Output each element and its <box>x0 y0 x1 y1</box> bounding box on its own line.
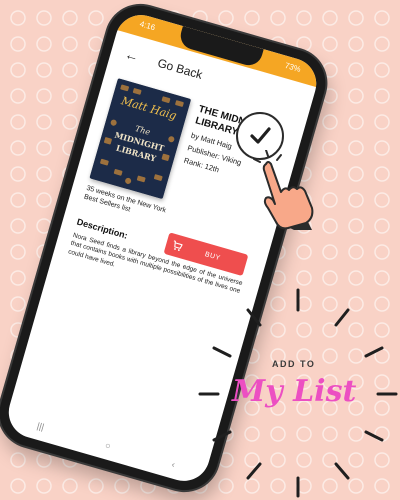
android-nav-bar: ||| ○ ‹ <box>4 409 207 481</box>
pointing-hand-icon <box>253 150 314 230</box>
arrow-left-icon[interactable]: ← <box>123 45 141 64</box>
battery-level: 73% <box>283 60 302 74</box>
status-time: 4:16 <box>138 19 157 33</box>
go-back-link[interactable]: Go Back <box>156 56 204 82</box>
home-icon[interactable]: ○ <box>104 440 112 451</box>
cart-icon <box>165 238 189 254</box>
book-cover-image: Matt Haig The MIDNIGHT LIBRARY <box>89 78 192 200</box>
recent-apps-icon[interactable]: ||| <box>36 421 46 433</box>
my-list-heading: My List <box>232 374 357 409</box>
add-to-label: ADD TO <box>272 359 316 369</box>
back-icon[interactable]: ‹ <box>171 459 177 469</box>
buy-button-label: BUY <box>204 250 222 262</box>
